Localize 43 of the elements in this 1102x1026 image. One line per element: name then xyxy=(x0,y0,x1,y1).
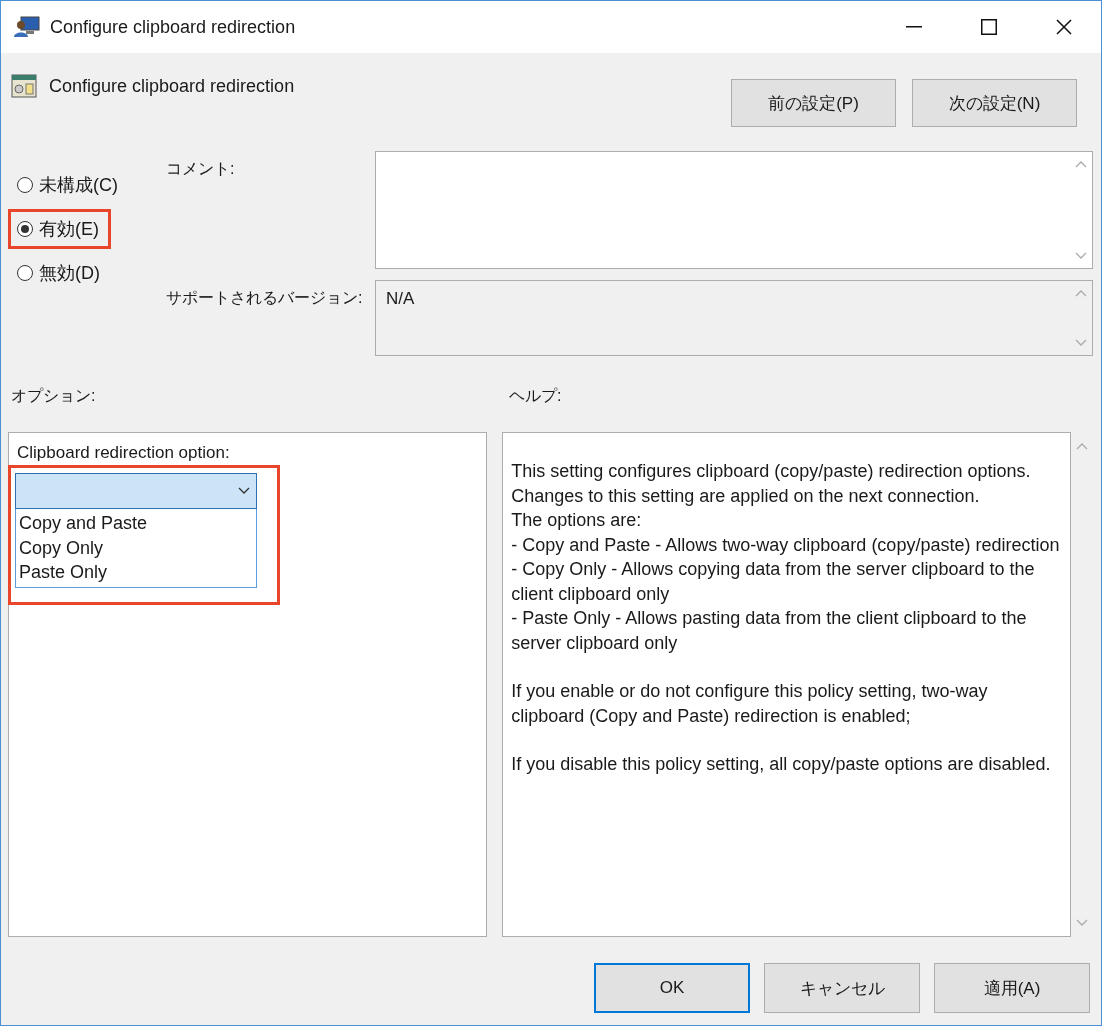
options-label: オプション: xyxy=(10,386,97,406)
dropdown-item[interactable]: Copy Only xyxy=(19,535,253,560)
help-text: This setting configures clipboard (copy/paste) redirection options. Changes to this setting are applied on the next connection. xyxy=(511,460,1032,508)
dropdown-item[interactable]: Copy and Paste xyxy=(19,511,253,536)
radio-option[interactable]: 有効(E) xyxy=(8,209,111,249)
window-title: Configure clipboard redirection xyxy=(50,16,297,38)
dropdown-field[interactable] xyxy=(15,473,257,509)
radio-circle-icon xyxy=(17,221,33,237)
dialog-button[interactable]: キャンセル xyxy=(764,963,920,1013)
nav-button[interactable]: 前の設定(P) xyxy=(731,79,896,127)
help-text: The options are: xyxy=(511,509,643,532)
radio-option[interactable]: 無効(D) xyxy=(8,253,112,293)
help-text: If you enable or do not configure this policy setting, two-way clipboard (Copy and Paste) redirection is enabled; xyxy=(511,680,989,728)
option-label: Clipboard redirection option: xyxy=(17,443,231,463)
supported-version-label: サポートされるバージョン: xyxy=(166,288,364,308)
settings-window-icon xyxy=(11,73,37,99)
radio-option[interactable]: 未構成(C) xyxy=(8,165,130,205)
help-text: - Copy and Paste - Allows two-way clipboard (copy/paste) redirection xyxy=(511,533,1061,557)
supported-version-field: N/A xyxy=(375,280,1093,356)
scroll-down-icon[interactable] xyxy=(1075,339,1087,347)
comment-field[interactable] xyxy=(375,151,1093,269)
nav-button[interactable]: 次の設定(N) xyxy=(912,79,1077,127)
help-text: - Paste Only - Allows pasting data from the client clipboard to the server clipboard only xyxy=(511,607,1028,655)
caret-icon xyxy=(238,487,250,495)
dialog-button[interactable]: 適用(A) xyxy=(934,963,1090,1013)
scroll-up-icon[interactable] xyxy=(1076,442,1089,450)
policy-title: Configure clipboard redirection xyxy=(49,75,295,97)
dropdown-item[interactable]: Paste Only xyxy=(19,560,253,585)
help-text: - Copy Only - Allows copying data from the server clipboard to the client clipboard only xyxy=(511,558,1036,606)
scroll-up-icon[interactable] xyxy=(1075,160,1087,168)
help-label: ヘルプ: xyxy=(508,386,563,406)
scroll-up-icon[interactable] xyxy=(1075,289,1087,297)
close-icon[interactable] xyxy=(1055,19,1072,35)
minimize-icon[interactable] xyxy=(905,26,922,28)
scroll-down-icon[interactable] xyxy=(1076,919,1089,927)
radio-circle-icon xyxy=(17,177,33,193)
computer-user-icon xyxy=(14,16,40,38)
help-text: If you disable this policy setting, all copy/paste options are disabled. xyxy=(511,753,1052,776)
scroll-down-icon[interactable] xyxy=(1075,252,1087,260)
maximize-icon[interactable] xyxy=(980,19,997,35)
comment-label: コメント: xyxy=(166,159,236,179)
dialog-button[interactable]: OK xyxy=(594,963,750,1013)
radio-circle-icon xyxy=(17,265,33,281)
